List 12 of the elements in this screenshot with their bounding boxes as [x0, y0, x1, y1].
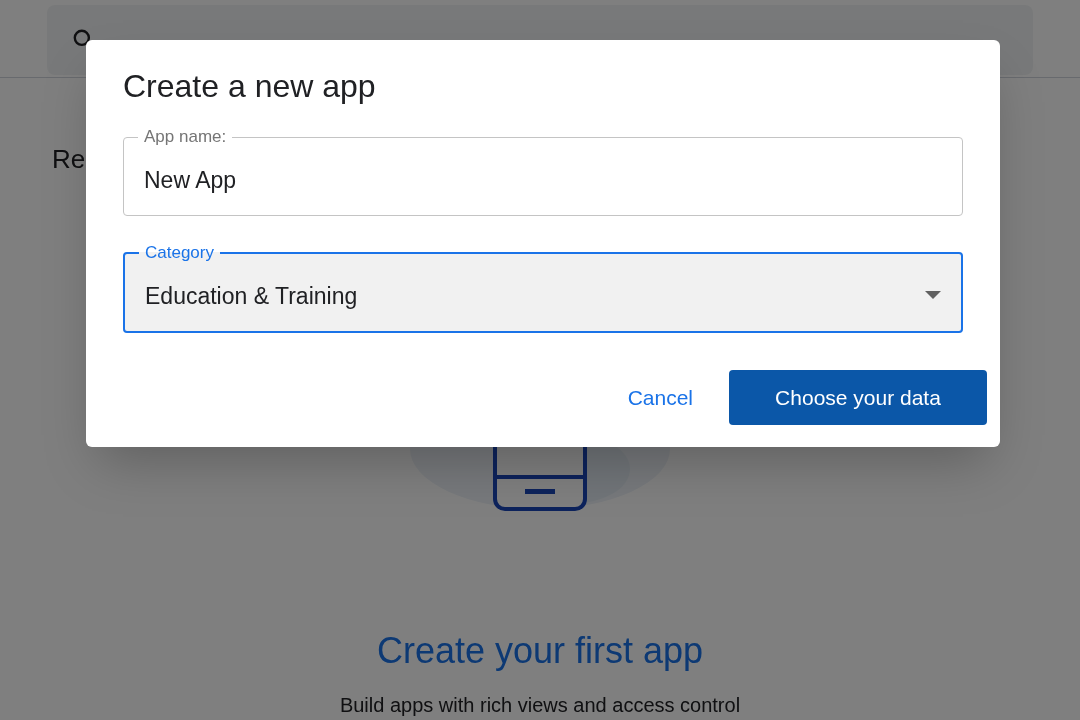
cancel-button[interactable]: Cancel — [621, 377, 699, 418]
category-dropdown[interactable]: Category Education & Training — [123, 243, 963, 333]
app-name-field[interactable]: App name: New App — [123, 127, 963, 216]
dialog-title: Create a new app — [123, 67, 377, 106]
section-heading: Re — [52, 144, 86, 174]
empty-state-subtitle: Build apps with rich views and access control — [339, 693, 741, 718]
field-label: App name: — [143, 127, 228, 147]
empty-state-title: Create your first app — [376, 629, 704, 673]
field-label: Category — [144, 243, 215, 263]
choose-data-button[interactable]: Choose your data — [729, 370, 987, 425]
field-value: New App — [144, 166, 238, 196]
field-value: Education & Training — [145, 282, 359, 312]
